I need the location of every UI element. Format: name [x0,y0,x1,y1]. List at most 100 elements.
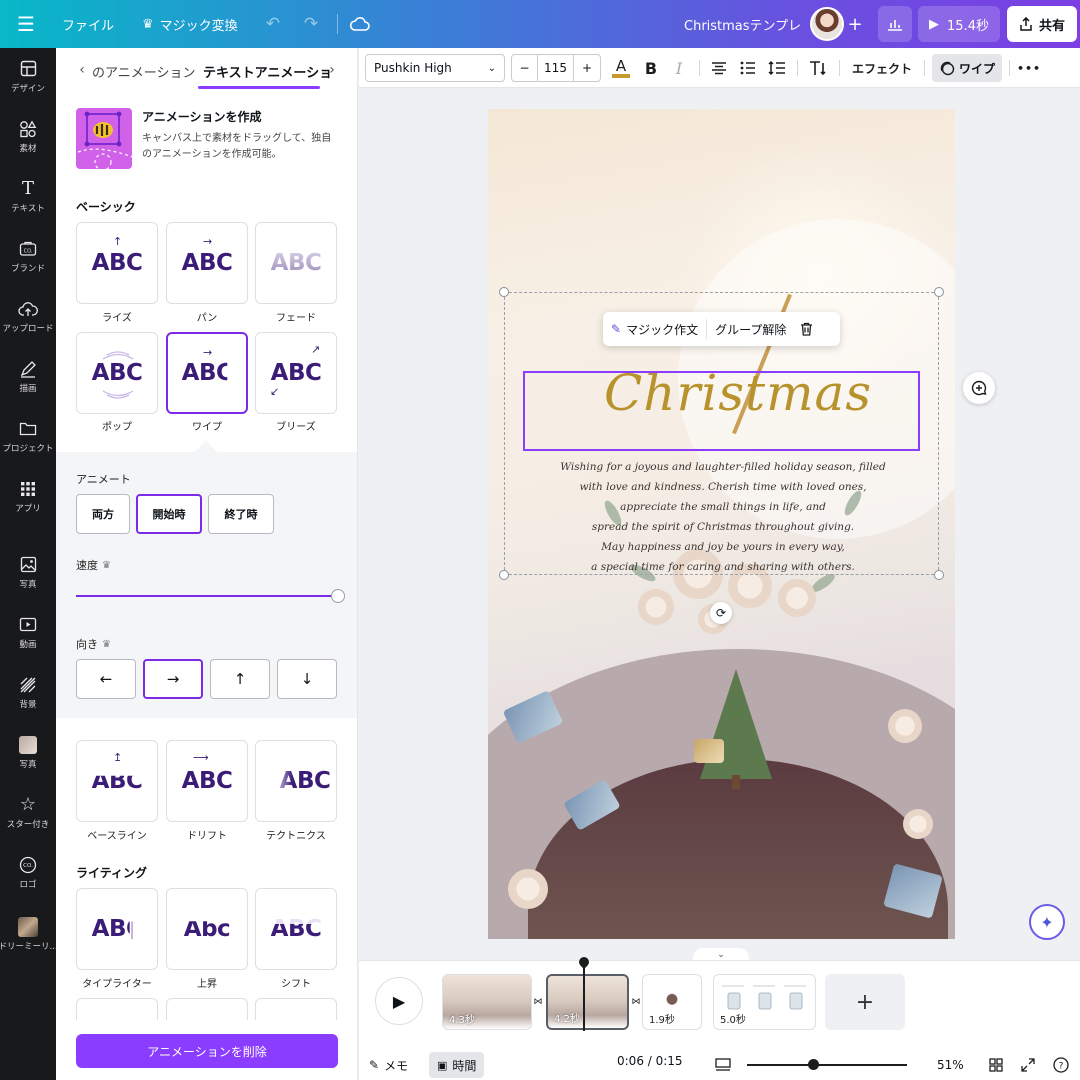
direction-left-button[interactable]: ← [76,659,136,699]
rotate-icon[interactable]: ⟳ [710,602,732,624]
add-comment-icon[interactable] [963,372,995,404]
notes-button[interactable]: ✎ メモ [369,1052,408,1078]
text-color-button[interactable]: A [609,54,633,82]
create-animation-card[interactable]: アニメーションを作成 キャンバス上で素材をドラッグして、独自のアニメーションを作… [76,108,338,170]
rail-item-photo-thumb[interactable]: 写真 [0,726,56,778]
share-button[interactable]: 共有 [1007,6,1077,42]
magic-write-button[interactable]: ✎ マジック作文 [603,312,706,346]
anim-tile-pan[interactable]: → ABC [166,222,248,304]
animate-on-exit-button[interactable]: 終了時 [208,494,274,534]
file-menu-button[interactable]: ファイル [52,8,124,40]
direction-down-button[interactable]: ↓ [277,659,337,699]
align-center-icon[interactable] [707,54,731,82]
resize-handle[interactable] [499,570,509,580]
rail-item-background[interactable]: 背景 [0,666,56,718]
delete-animation-button[interactable]: アニメーションを削除 [76,1034,338,1068]
resize-handle[interactable] [934,287,944,297]
anim-tile-baseline[interactable]: ↥ ABC [76,740,158,822]
grid-view-icon[interactable] [989,1052,1003,1078]
analytics-icon[interactable] [878,6,912,42]
anim-tile-shift[interactable]: ABC [255,888,337,970]
help-icon[interactable]: ? [1053,1052,1069,1078]
font-size-input[interactable]: 115 [538,55,574,81]
rail-item-apps[interactable]: アプリ [0,470,56,522]
anim-tile-pop[interactable]: ABC [76,332,158,414]
font-size-decrease-button[interactable]: − [512,55,538,81]
undo-icon[interactable]: ↶ [258,8,288,40]
text-selection-box[interactable] [523,371,920,451]
anim-tile-partial[interactable] [255,998,337,1020]
cloud-save-icon[interactable] [344,8,376,40]
trash-icon[interactable] [794,312,819,346]
rail-item-text[interactable]: T テキスト [0,170,56,222]
rail-item-starred[interactable]: ☆ スター付き [0,786,56,838]
redo-icon[interactable]: ↷ [296,8,326,40]
zoom-slider-handle[interactable] [807,1059,819,1070]
anim-tile-drift[interactable]: ⟶ ABC [166,740,248,822]
italic-icon[interactable]: I [667,54,691,82]
resize-handle[interactable] [499,287,509,297]
list-icon[interactable] [736,54,760,82]
anim-tile-ascend[interactable]: Abc [166,888,248,970]
timeline-clip[interactable]: 4.3秒 [442,974,532,1030]
rail-item-upload[interactable]: アップロード [0,290,56,342]
rail-item-photos[interactable]: 写真 [0,546,56,598]
add-page-button[interactable]: + [825,974,905,1030]
animate-both-button[interactable]: 両方 [76,494,130,534]
resize-handle[interactable] [934,570,944,580]
fullscreen-icon[interactable] [1021,1052,1035,1078]
timer-button[interactable]: ▣ 時間 [429,1052,485,1078]
font-family-select[interactable]: Pushkin High ⌄ [365,54,505,82]
rail-item-projects[interactable]: プロジェクト [0,410,56,462]
line-spacing-icon[interactable] [765,54,789,82]
add-collaborator-icon[interactable]: + [842,10,868,38]
rail-item-videos[interactable]: 動画 [0,606,56,658]
tab-element-animation[interactable]: のアニメーション [92,62,195,81]
menu-icon[interactable]: ☰ [8,8,44,40]
zoom-level[interactable]: 51% [937,1052,964,1078]
timeline-play-button[interactable]: ▶ [375,977,423,1025]
document-title[interactable]: Christmasテンプレ [672,8,813,40]
speed-slider-handle[interactable] [331,589,345,603]
playhead[interactable] [583,961,585,1031]
timeline-clip[interactable]: 1.9秒 [642,974,702,1030]
transition-icon[interactable]: ⋈ [630,996,642,1008]
page-view-icon[interactable] [715,1052,731,1078]
ungroup-button[interactable]: グループ解除 [707,312,794,346]
effects-button[interactable]: エフェクト [847,54,917,82]
transition-icon[interactable]: ⋈ [532,996,544,1008]
rail-item-design[interactable]: デザイン [0,50,56,102]
bold-icon[interactable]: B [639,54,663,82]
timeline-clip-selected[interactable]: 4.2秒 [546,974,629,1030]
anim-tile-breeze[interactable]: ↗ ↙ ABC [255,332,337,414]
rail-item-logo[interactable]: CO. ロゴ [0,846,56,898]
font-size-increase-button[interactable]: + [574,55,600,81]
rail-item-dreamy[interactable]: ドリーミーリ... [0,908,58,960]
anim-tile-wipe[interactable]: → ABC [166,332,248,414]
magic-assist-icon[interactable]: ✦ [1029,904,1065,940]
direction-right-button[interactable]: → [143,659,203,699]
chevron-right-icon[interactable]: › [322,60,342,80]
animate-button[interactable]: ワイプ [932,54,1002,82]
magic-switch-button[interactable]: ♛ マジック変換 [134,8,246,40]
anim-tile-tectonic[interactable]: ABC [255,740,337,822]
anim-tile-partial[interactable] [76,998,158,1020]
vertical-text-icon[interactable] [805,54,831,82]
avatar[interactable] [810,7,844,41]
more-options-icon[interactable]: ••• [1015,54,1043,82]
rail-item-draw[interactable]: 描画 [0,350,56,402]
timeline-clip[interactable]: 5.0秒 [713,974,816,1030]
rail-item-elements[interactable]: 素材 [0,110,56,162]
anim-tile-partial[interactable] [166,998,248,1020]
speed-slider-track[interactable] [76,595,338,597]
anim-tile-typewriter[interactable]: ABC | [76,888,158,970]
tab-text-animation[interactable]: テキストアニメーショ [203,62,332,81]
present-play-button[interactable]: ▶ 15.4秒 [918,6,1000,42]
rail-item-brand[interactable]: CO. ブランド [0,230,56,282]
direction-up-button[interactable]: ↑ [210,659,270,699]
zoom-slider-track[interactable] [747,1064,907,1066]
chevron-left-icon[interactable]: ‹ [72,60,92,80]
animate-on-enter-button[interactable]: 開始時 [136,494,202,534]
anim-tile-rise[interactable]: ↑ ABC [76,222,158,304]
anim-tile-fade[interactable]: ABC [255,222,337,304]
